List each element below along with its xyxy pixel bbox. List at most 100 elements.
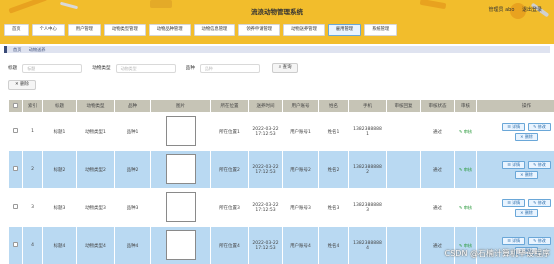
nav-item-animal-info[interactable]: 动物信息管理 [193, 24, 236, 36]
row-checkbox[interactable] [13, 166, 18, 171]
row-select-cell[interactable] [8, 150, 23, 189]
edit-button[interactable]: ✎ 修改 [528, 122, 551, 131]
detail-button[interactable]: ☰ 详情 [502, 122, 526, 131]
nav-item-home[interactable]: 首页 [4, 24, 29, 36]
edit-button[interactable]: ✎ 修改 [528, 236, 551, 245]
animal-image[interactable] [165, 191, 196, 222]
breed-cell: 品种2 [114, 150, 151, 189]
column-header[interactable]: 审核回复 [386, 99, 421, 113]
row-select-cell[interactable] [8, 112, 23, 151]
column-header[interactable]: 送养时间 [248, 99, 283, 113]
column-header[interactable]: 图片 [150, 99, 211, 113]
date-cell: 2022-03-22 17:12:53 [248, 112, 283, 151]
edit-icon: ✎ [533, 199, 537, 205]
detail-button[interactable]: ☰ 详情 [502, 160, 526, 169]
select-all-header[interactable] [8, 99, 23, 113]
column-header[interactable]: 动物类型 [76, 99, 115, 113]
phone-cell: 1382388888 4 [348, 226, 387, 264]
select-all-checkbox[interactable] [13, 102, 18, 108]
action-row: ☰ 详情 ✎ 修改 [477, 198, 554, 207]
review-link[interactable]: ✎ 审核 [459, 243, 472, 248]
column-header[interactable]: 审核状态 [420, 99, 455, 113]
type-filter-input[interactable]: 动物类型 [115, 63, 176, 73]
actions-cell: ☰ 详情 ✎ 修改 ✕ 删除 [476, 112, 554, 151]
index-cell: 2 [22, 150, 43, 189]
review-link[interactable]: ✎ 审核 [459, 129, 472, 134]
column-header[interactable]: 姓名 [318, 99, 349, 113]
detail-label: 详情 [512, 161, 521, 167]
title-cell: 标题3 [42, 188, 77, 227]
account-cell: 用户账号4 [282, 226, 319, 264]
table-header-row: 索引 标题 动物类型 品种 图片 所在位置 送养时间 用户账号 姓名 手机 审核… [8, 99, 554, 113]
delete-button[interactable]: ✕ 删除 [515, 208, 538, 217]
date-text: 2022-03-22 [252, 240, 279, 246]
search-button[interactable]: ⌕ 查询 [271, 63, 299, 73]
edit-icon: ✎ [533, 161, 537, 167]
column-header[interactable]: 所在位置 [210, 99, 249, 113]
animal-image[interactable] [165, 153, 196, 184]
phone-line: 3 [366, 207, 369, 213]
column-header[interactable]: 用户账号 [282, 99, 319, 113]
action-row: ☰ 详情 ✎ 修改 [477, 122, 554, 131]
phone-line: 2 [366, 169, 369, 175]
title-cell: 标题2 [42, 150, 77, 189]
column-header: 审核 [454, 99, 477, 113]
bulk-delete-button[interactable]: ✕ 删除 [8, 80, 36, 90]
row-checkbox[interactable] [13, 242, 18, 247]
delete-label: 删除 [524, 171, 533, 177]
actions-cell: ☰ 详情 ✎ 修改 ✕ 删除 [476, 188, 554, 227]
review-link[interactable]: ✎ 审核 [459, 205, 472, 210]
breadcrumb-home[interactable]: 首页 [13, 47, 21, 52]
nav-item-animal-type[interactable]: 动物类型管理 [103, 24, 146, 36]
title-filter-input[interactable]: 标题 [22, 63, 83, 73]
breed-filter-input[interactable]: 品种 [199, 63, 260, 73]
reply-cell [386, 188, 421, 227]
edit-label: 修改 [537, 237, 546, 243]
row-select-cell[interactable] [8, 226, 23, 264]
row-select-cell[interactable] [8, 188, 23, 227]
nav-item-animal-breed[interactable]: 动物品种管理 [148, 24, 191, 36]
logout-link[interactable]: 退出登录 [522, 7, 542, 13]
phone-cell: 1382388888 1 [348, 112, 387, 151]
edit-button[interactable]: ✎ 修改 [528, 160, 551, 169]
table-row: 2 标题2 动物类型2 品种2 所在位置2 2022-03-22 17:12:53… [8, 150, 554, 189]
detail-button[interactable]: ☰ 详情 [502, 198, 526, 207]
phone-line: 4 [366, 245, 369, 251]
edit-icon: ✎ [533, 123, 537, 129]
user-label: 管理员 abo [488, 7, 515, 13]
column-header[interactable]: 标题 [42, 99, 77, 113]
animal-image[interactable] [165, 229, 196, 260]
image-cell [150, 188, 211, 227]
row-checkbox[interactable] [13, 204, 18, 209]
table-row: 1 标题1 动物类型1 品种1 所在位置1 2022-03-22 17:12:53… [8, 112, 554, 151]
action-row: ☰ 详情 ✎ 修改 [477, 236, 554, 245]
reply-cell [386, 226, 421, 264]
review-link[interactable]: ✎ 审核 [459, 167, 472, 172]
status-cell: 通过 [420, 150, 455, 189]
detail-button[interactable]: ☰ 详情 [502, 236, 526, 245]
search-button-label: 查询 [282, 65, 292, 70]
nav-item-system[interactable]: 系统管理 [364, 24, 398, 36]
nav-item-user-management[interactable]: 用户管理 [67, 24, 101, 36]
delete-button[interactable]: ✕ 删除 [515, 132, 538, 141]
nav-item-personal-center[interactable]: 个人中心 [31, 24, 65, 36]
review-link-label: 审核 [463, 242, 473, 248]
edit-button[interactable]: ✎ 修改 [528, 198, 551, 207]
nav-item-rehoming[interactable]: 动物送养管理 [283, 24, 325, 36]
row-checkbox[interactable] [13, 128, 18, 133]
column-header[interactable]: 品种 [114, 99, 151, 113]
phone-line: 1382388888 [353, 126, 382, 132]
phone-line: 1382388888 [353, 202, 382, 208]
column-header: 操作 [476, 99, 554, 113]
nav-item-adoption-application[interactable]: 领养申请管理 [238, 24, 281, 36]
type-cell: 动物类型1 [76, 112, 115, 151]
status-cell: 通过 [420, 188, 455, 227]
review-link-label: 审核 [463, 128, 473, 134]
delete-button[interactable]: ✕ 删除 [515, 170, 538, 179]
time-text: 17:12:53 [255, 131, 276, 137]
search-icon: ⌕ [278, 65, 282, 70]
nav-item-employment[interactable]: 雇用管理 [327, 24, 362, 36]
detail-label: 详情 [512, 237, 521, 243]
column-header[interactable]: 手机 [348, 99, 387, 113]
animal-image[interactable] [165, 115, 196, 146]
